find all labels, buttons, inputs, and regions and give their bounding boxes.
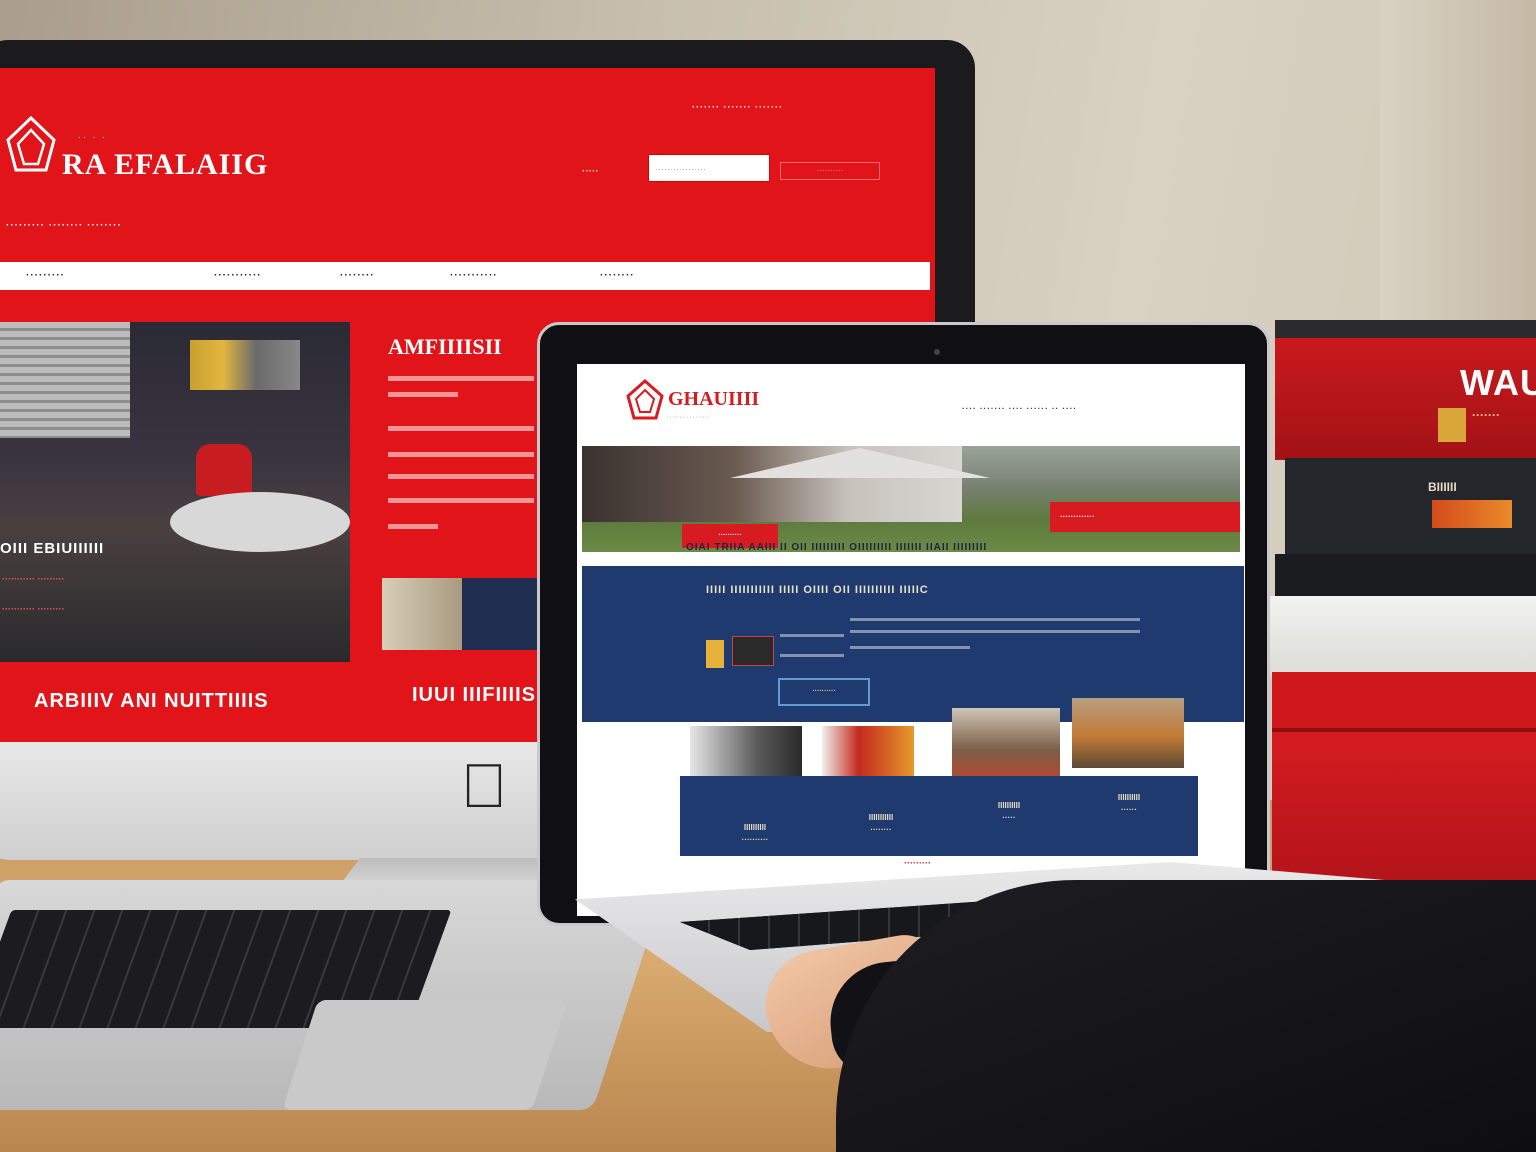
info-text-line — [850, 618, 1140, 621]
info-band-title: IIIII IIIIIIIIIII IIIII OIIII OII IIIIII… — [706, 584, 929, 596]
house-shield-logo-icon — [6, 115, 56, 172]
feature-item[interactable]: IIIIIIIIII ·········· — [700, 822, 810, 846]
laptop-nav[interactable]: ···· ······· ···· ······ ·· ···· — [962, 404, 1077, 413]
info-text-line — [780, 654, 844, 657]
monitor-nav-item[interactable]: ··········· — [214, 270, 262, 281]
laptop-strapline: OIAI TRIIA AAIII II OII IIIIIIIII OIIIII… — [686, 542, 988, 553]
laptop-footer-link[interactable]: ········· — [904, 858, 931, 868]
monitor-nav-item[interactable]: ········· — [26, 270, 65, 281]
monitor-search-input[interactable]: ················· — [648, 154, 770, 182]
about-text-line — [388, 392, 458, 397]
info-text-line — [850, 630, 1140, 633]
about-text-line — [388, 426, 534, 431]
monitor-search-label: ····· — [582, 166, 599, 177]
wall-corner — [1380, 0, 1536, 340]
about-text-line — [388, 376, 534, 381]
book-label: ······· — [1472, 408, 1500, 422]
feature-item[interactable]: IIIIIIIIIII ········ — [826, 812, 936, 836]
about-text-line — [388, 474, 534, 479]
gallery-label: ······· — [882, 714, 901, 723]
dark-book-label: BIIIIII — [1428, 480, 1457, 494]
monitor-nav-bar: ········· ··········· ········ ·········… — [0, 262, 930, 290]
info-text-line — [780, 634, 844, 637]
monitor-top-links[interactable]: ······· ······· ······· — [692, 102, 783, 112]
info-text-line — [850, 646, 970, 649]
laptop-logo-subtitle: ············· — [666, 414, 710, 421]
house-shield-logo-icon — [626, 378, 664, 420]
hero-banner-text: ············· — [1060, 512, 1095, 521]
info-band-button[interactable]: ·········· — [778, 678, 870, 706]
monitor-thumbnail[interactable] — [382, 578, 542, 650]
monitor-logo-subtitle: ·· · · — [78, 132, 107, 142]
monitor-search-button[interactable]: ·········· — [780, 162, 880, 180]
hero-table — [170, 492, 350, 552]
feature-item[interactable]: IIIIIIIIII ······ — [1074, 792, 1184, 816]
hero-caption-line: ··········· ········· — [2, 604, 65, 614]
hero-caption-line: ··········· ········· — [2, 574, 65, 584]
apple-logo-icon:  — [455, 752, 513, 822]
about-text-line — [388, 498, 534, 503]
about-text-line — [388, 452, 534, 457]
hero-red-chair — [196, 444, 252, 496]
monitor-nav-item[interactable]: ········ — [340, 270, 375, 281]
monitor-footer-heading: ARBIIIV ANI NUITTIIIIS — [34, 690, 269, 712]
monitor-tagline: ········· ········ ········ — [6, 220, 122, 231]
red-box-lid — [1272, 672, 1536, 732]
left-trackpad[interactable] — [282, 1000, 568, 1110]
info-image — [732, 636, 774, 666]
hero-window-blinds — [0, 322, 130, 438]
camera-icon — [934, 349, 940, 355]
monitor-nav-item[interactable]: ········ — [600, 270, 635, 281]
hero-caption: OIII EBIUIIIIII — [0, 540, 105, 557]
gallery-thumb[interactable] — [1072, 698, 1184, 768]
monitor-logo-text[interactable]: RA EFALAIIG — [62, 148, 268, 182]
laptop-logo-text[interactable]: GHAUIIII — [668, 388, 759, 411]
about-text-line — [388, 524, 438, 529]
monitor-footer-heading: IUUI IIIFIIIIS — [412, 684, 537, 706]
feature-item[interactable]: IIIIIIIIII ····· — [954, 800, 1064, 824]
monitor-nav-item[interactable]: ··········· — [450, 270, 498, 281]
sleeve — [836, 880, 1536, 1152]
book-title: WAU — [1460, 362, 1536, 403]
dark-book-strip — [1432, 500, 1512, 528]
paper-stack — [1268, 596, 1536, 676]
hero-shelf — [190, 340, 300, 390]
monitor-about-title: AMFIIIISII — [388, 334, 502, 359]
book-badge — [1438, 408, 1466, 442]
gallery-thumb[interactable] — [952, 708, 1060, 778]
hero-building — [582, 446, 962, 522]
info-badge-icon — [706, 640, 724, 668]
